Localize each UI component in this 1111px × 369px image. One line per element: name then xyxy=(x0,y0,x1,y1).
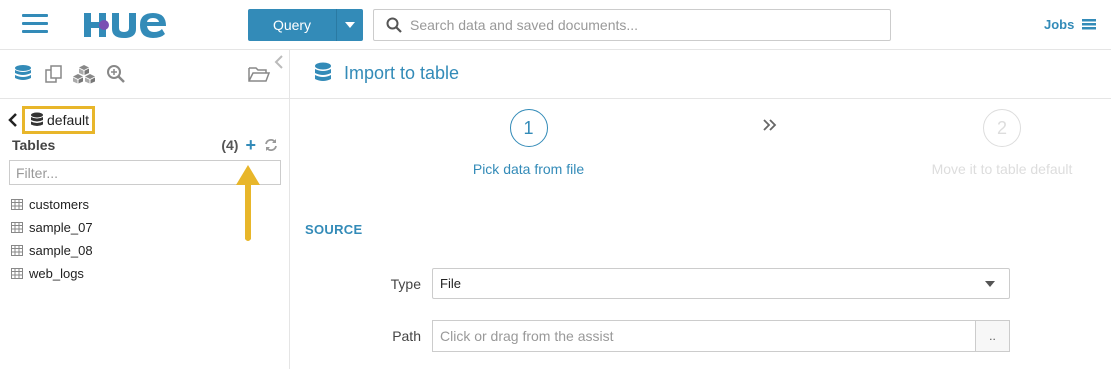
table-name[interactable]: customers xyxy=(29,197,89,212)
query-button[interactable]: Query xyxy=(248,9,363,41)
page-title: Import to table xyxy=(344,63,460,83)
source-section-title: SOURCE xyxy=(305,222,363,237)
chevron-down-icon[interactable] xyxy=(337,9,363,41)
query-button-label[interactable]: Query xyxy=(248,9,337,41)
browse-button[interactable]: .. xyxy=(975,320,1010,352)
step-1-number[interactable]: 1 xyxy=(509,109,548,147)
assist-icon-bar xyxy=(0,50,289,99)
step-2[interactable]: 2 Move it to table default xyxy=(927,109,1077,177)
table-name[interactable]: web_logs xyxy=(29,266,84,281)
step-2-label[interactable]: Move it to table default xyxy=(927,161,1077,177)
tables-header: Tables (4) + xyxy=(12,136,278,154)
jobs-label[interactable]: Jobs xyxy=(1044,17,1074,32)
database-selector[interactable]: default xyxy=(22,106,96,134)
arrow-up-annotation-icon xyxy=(236,165,260,241)
database-icon xyxy=(315,62,331,81)
step-1-label[interactable]: Pick data from file xyxy=(460,161,597,177)
database-icon xyxy=(31,112,43,126)
path-field: .. xyxy=(432,320,1010,352)
jobs-list-icon xyxy=(1082,19,1097,30)
main-header: Import to table xyxy=(290,50,1111,99)
table-icon xyxy=(11,245,23,256)
table-item[interactable]: sample_08 xyxy=(11,239,93,262)
path-label: Path xyxy=(392,328,421,344)
search-box[interactable] xyxy=(373,9,891,41)
tables-count: (4) xyxy=(221,137,239,153)
search-input[interactable] xyxy=(410,17,880,33)
path-input[interactable] xyxy=(432,320,975,352)
collapse-panel-icon[interactable] xyxy=(274,54,284,75)
cubes-icon[interactable] xyxy=(73,63,95,85)
main-content: Import to table 1 Pick data from file 2 … xyxy=(290,50,1111,369)
zoom-search-icon[interactable] xyxy=(105,63,127,85)
chevron-left-icon[interactable] xyxy=(8,111,22,129)
type-select-value[interactable]: File xyxy=(440,276,985,291)
type-select[interactable]: File xyxy=(432,268,1010,299)
chevron-down-icon[interactable] xyxy=(985,280,995,287)
hue-logo[interactable] xyxy=(82,8,182,42)
tables-title: Tables xyxy=(12,137,56,153)
database-name[interactable]: default xyxy=(47,112,89,128)
documents-icon[interactable] xyxy=(43,63,65,85)
table-item[interactable]: customers xyxy=(11,193,93,216)
type-label: Type xyxy=(390,276,421,292)
folder-open-icon[interactable] xyxy=(246,63,272,85)
database-icon[interactable] xyxy=(12,63,34,85)
refresh-icon[interactable] xyxy=(264,138,278,152)
double-chevron-right-icon xyxy=(763,119,777,131)
search-icon xyxy=(386,17,402,33)
table-name[interactable]: sample_08 xyxy=(29,243,93,258)
database-breadcrumb: default xyxy=(8,106,96,134)
step-1[interactable]: 1 Pick data from file xyxy=(460,109,597,177)
table-list: customers sample_07 sample_08 web_logs xyxy=(11,193,93,285)
table-icon xyxy=(11,268,23,279)
add-table-icon[interactable]: + xyxy=(245,136,256,154)
table-item[interactable]: web_logs xyxy=(11,262,93,285)
jobs-button[interactable]: Jobs xyxy=(1044,17,1097,32)
table-icon xyxy=(11,199,23,210)
left-assist-panel: default Tables (4) + customers sample_07… xyxy=(0,50,290,369)
step-2-number[interactable]: 2 xyxy=(983,109,1021,147)
hamburger-menu-icon[interactable] xyxy=(22,14,48,34)
table-name[interactable]: sample_07 xyxy=(29,220,93,235)
table-icon xyxy=(11,222,23,233)
top-bar: Query Jobs xyxy=(0,0,1111,50)
table-item[interactable]: sample_07 xyxy=(11,216,93,239)
